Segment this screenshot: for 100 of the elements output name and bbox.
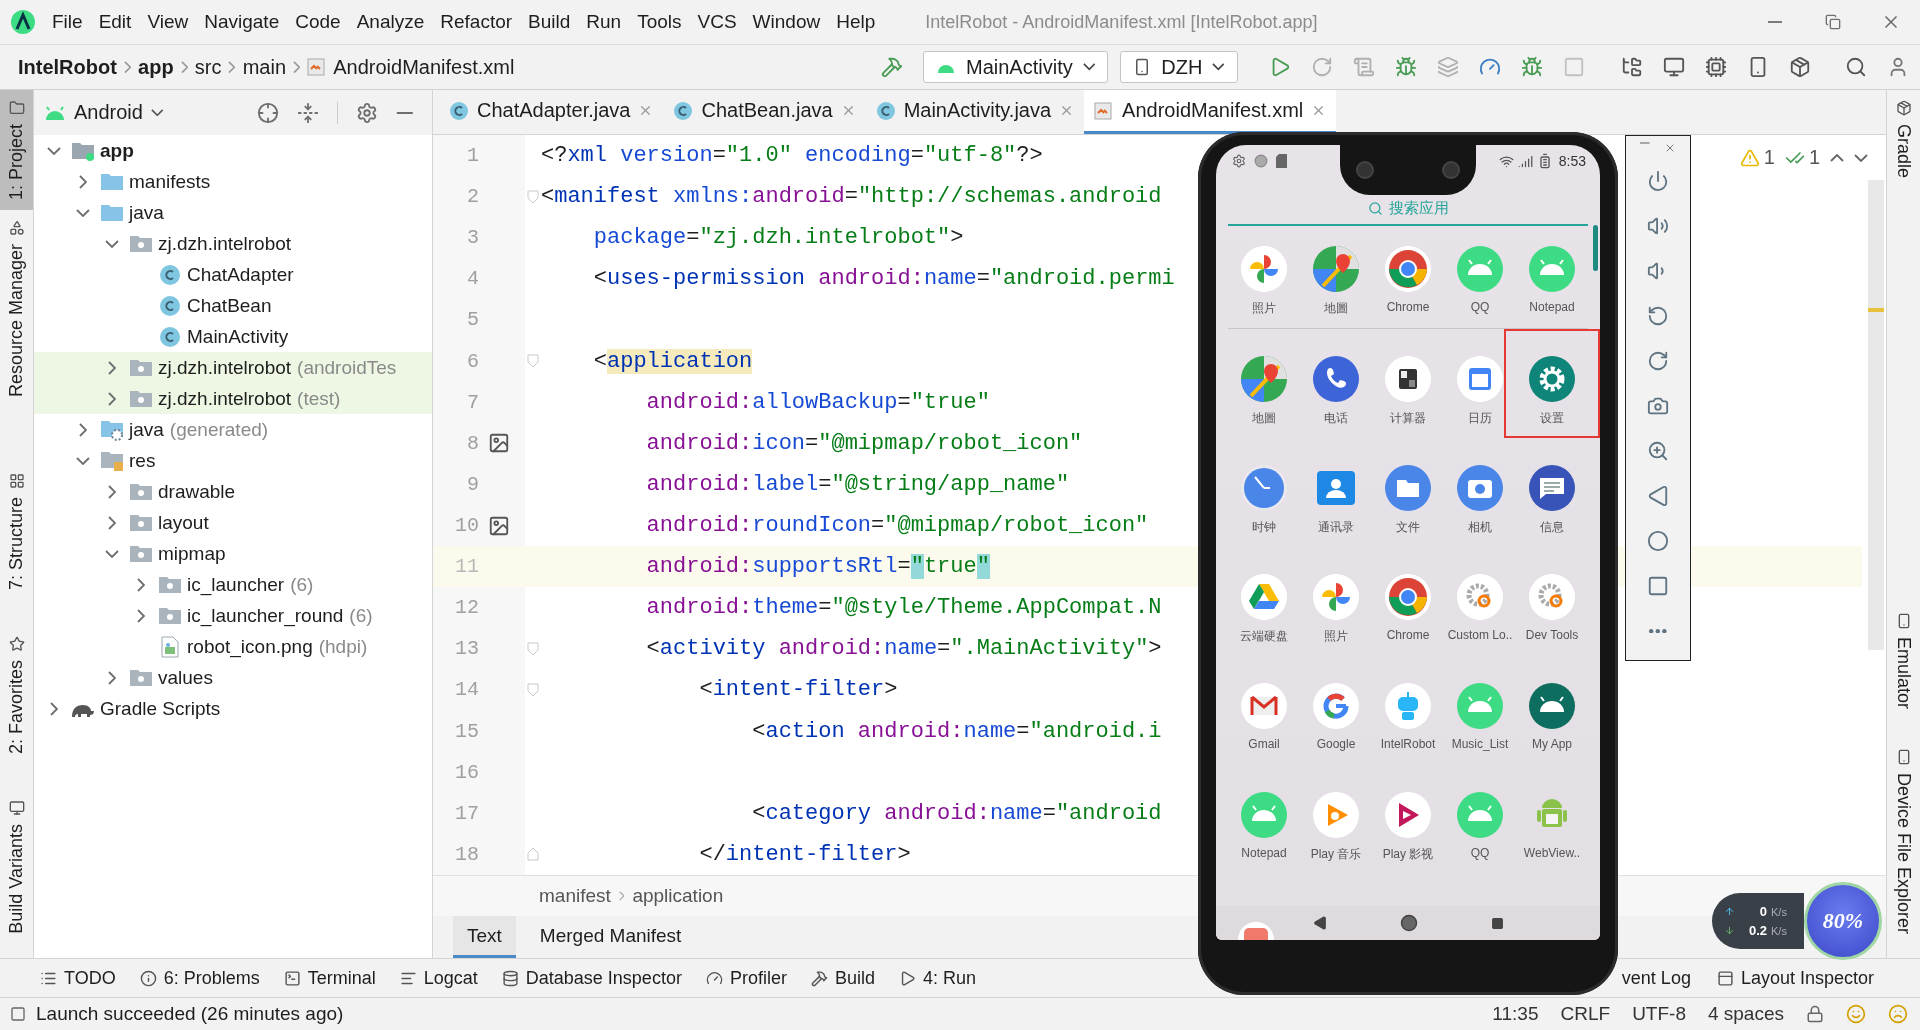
status-item[interactable]: CRLF — [1560, 1003, 1611, 1025]
breadcrumb-item[interactable]: app — [138, 55, 174, 79]
app-shortcut[interactable]: Google — [1300, 656, 1372, 765]
menu-item[interactable]: Build — [520, 7, 579, 37]
app-shortcut[interactable]: 计算器 — [1372, 329, 1444, 438]
breadcrumb-item[interactable]: main — [242, 55, 287, 79]
tree-item[interactable]: robot_icon.png (hdpi) — [34, 631, 432, 662]
next-icon[interactable] — [1854, 153, 1868, 162]
editor-tab[interactable]: MainActivity.java — [865, 90, 1085, 134]
app-shortcut[interactable]: Notepad — [1516, 228, 1588, 328]
breadcrumb-item[interactable]: application — [632, 885, 724, 907]
app-shortcut[interactable]: 相机 — [1444, 438, 1516, 547]
tool-window-tab[interactable]: Resource Manager — [0, 210, 33, 408]
app-shortcut[interactable]: 信息 — [1516, 438, 1588, 547]
tool-window-tab[interactable]: Device File Explorer — [1887, 738, 1920, 944]
tool-window-tab[interactable]: 1: Project — [0, 90, 33, 211]
tree-item[interactable]: zj.dzh.intelrobot (androidTes — [34, 352, 432, 383]
menu-item[interactable]: Navigate — [196, 7, 288, 37]
tree-item[interactable]: ChatBean — [34, 290, 432, 321]
app-shortcut[interactable]: 地圖 — [1300, 228, 1372, 328]
warnings-indicator[interactable]: 1 — [1739, 146, 1775, 169]
menu-item[interactable]: Run — [578, 7, 630, 37]
editor-tab[interactable]: ChatAdapter.java — [439, 90, 664, 134]
tree-item[interactable]: drawable — [34, 476, 432, 507]
tree-item[interactable]: Gradle Scripts — [34, 693, 432, 724]
run-config-dropdown[interactable]: MainActivity — [923, 51, 1109, 83]
fold-marker-icon[interactable] — [527, 682, 539, 697]
menu-item[interactable]: Help — [828, 7, 884, 37]
app-shortcut[interactable]: QQ — [1444, 765, 1516, 874]
breadcrumb-item[interactable]: IntelRobot — [18, 55, 117, 79]
app-shortcut[interactable]: 地圖 — [1228, 329, 1300, 438]
app-shortcut[interactable]: 通讯录 — [1300, 438, 1372, 547]
fold-marker-icon[interactable] — [527, 641, 539, 656]
tree-item[interactable]: layout — [34, 507, 432, 538]
hammer-icon[interactable] — [881, 56, 903, 78]
tool-window-tab[interactable]: Build Variants — [0, 790, 33, 944]
menu-item[interactable]: View — [139, 7, 197, 37]
lock-icon[interactable] — [1806, 1005, 1824, 1023]
app-shortcut[interactable]: Gmail — [1228, 656, 1300, 765]
tree-item[interactable]: java — [34, 197, 432, 228]
app-shortcut[interactable]: 电话 — [1300, 329, 1372, 438]
menu-item[interactable]: Edit — [90, 7, 140, 37]
tree-item[interactable]: ic_launcher_round (6) — [34, 600, 432, 631]
tree-item[interactable]: zj.dzh.intelrobot (test) — [34, 383, 432, 414]
app-shortcut[interactable]: Music_List — [1444, 656, 1516, 765]
menu-item[interactable]: Refactor — [432, 7, 521, 37]
back-icon[interactable] — [1312, 916, 1327, 930]
fold-marker-icon[interactable] — [527, 189, 539, 204]
app-shortcut[interactable]: Play 音乐 — [1300, 765, 1372, 874]
fold-marker-icon[interactable] — [527, 354, 539, 369]
recents-icon[interactable] — [1490, 916, 1504, 930]
fold-marker-icon[interactable] — [527, 847, 539, 862]
tool-window-button[interactable]: Build — [810, 967, 875, 989]
editor-tab[interactable]: AndroidManifest.xml — [1084, 90, 1337, 134]
status-item[interactable]: 11:35 — [1492, 1003, 1539, 1025]
tool-window-button[interactable]: vent Log — [1621, 967, 1691, 989]
editor-mode-tab[interactable]: Text — [453, 916, 516, 958]
app-shortcut[interactable]: 文件 — [1372, 438, 1444, 547]
previous-icon[interactable] — [1830, 153, 1844, 162]
tree-item[interactable]: mipmap — [34, 538, 432, 569]
app-shortcut[interactable]: 时钟 — [1228, 438, 1300, 547]
menu-item[interactable]: Window — [744, 7, 829, 37]
status-item[interactable]: UTF-8 — [1632, 1003, 1686, 1025]
editor-tab[interactable]: ChatBean.java — [663, 90, 866, 134]
tree-item[interactable]: zj.dzh.intelrobot — [34, 228, 432, 259]
app-shortcut[interactable]: WebView.. — [1516, 765, 1588, 874]
collapse-all-icon[interactable] — [297, 101, 320, 124]
checkbox-icon[interactable] — [10, 1006, 26, 1022]
settings-icon[interactable] — [356, 101, 379, 124]
breadcrumb-item[interactable]: manifest — [539, 885, 611, 907]
tool-window-button[interactable]: TODO — [40, 967, 116, 989]
app-shortcut[interactable]: 云端硬盘 — [1228, 547, 1300, 656]
app-shortcut[interactable]: 设置 — [1504, 329, 1600, 438]
menu-item[interactable]: Tools — [629, 7, 690, 37]
breadcrumb-item[interactable]: src — [194, 55, 222, 79]
minimize-icon[interactable] — [396, 111, 414, 114]
tool-window-button[interactable]: 6: Problems — [139, 967, 260, 989]
scrollbar[interactable] — [1868, 180, 1884, 650]
app-shortcut[interactable]: Notepad — [1228, 765, 1300, 874]
tool-window-button[interactable]: 4: Run — [898, 967, 976, 989]
app-shortcut[interactable]: 照片 — [1300, 547, 1372, 656]
tool-window-button[interactable]: Terminal — [283, 967, 376, 989]
app-shortcut[interactable]: Chrome — [1372, 547, 1444, 656]
tool-window-tab[interactable]: 2: Favorites — [0, 626, 33, 765]
editor-mode-tab[interactable]: Merged Manifest — [525, 916, 696, 958]
menu-item[interactable]: File — [44, 7, 91, 37]
menu-item[interactable]: Code — [287, 7, 349, 37]
tool-window-tab[interactable]: Emulator — [1887, 602, 1920, 719]
weak-warnings-indicator[interactable]: 1 — [1784, 146, 1820, 169]
project-view-dropdown[interactable]: Android — [44, 101, 164, 124]
app-shortcut[interactable]: Chrome — [1372, 228, 1444, 328]
smile-icon[interactable] — [1846, 1004, 1866, 1024]
tree-item[interactable]: MainActivity — [34, 321, 432, 352]
locate-icon[interactable] — [257, 101, 280, 124]
tool-window-tab[interactable]: 7: Structure — [0, 463, 33, 601]
tool-window-button[interactable]: Database Inspector — [501, 967, 682, 989]
status-item[interactable]: 4 spaces — [1707, 1003, 1784, 1025]
app-shortcut[interactable]: Custom Lo.. — [1444, 547, 1516, 656]
app-shortcut[interactable]: 照片 — [1228, 228, 1300, 328]
menu-item[interactable]: VCS — [689, 7, 745, 37]
